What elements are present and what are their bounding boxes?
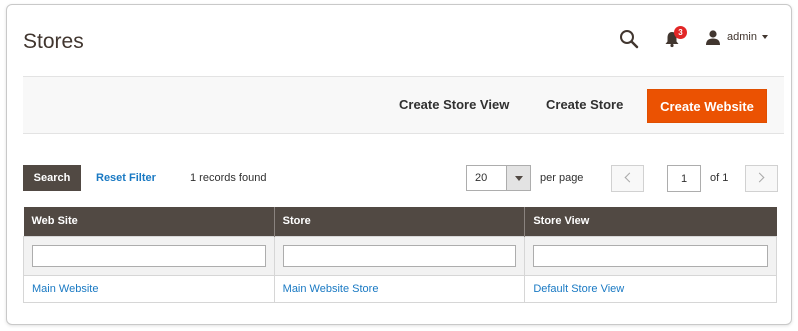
filter-row xyxy=(23,235,777,276)
total-pages-label: of 1 xyxy=(710,172,729,184)
reset-filter-link[interactable]: Reset Filter xyxy=(96,172,156,184)
column-header-web-site[interactable]: Web Site xyxy=(23,207,275,236)
web-site-filter-input[interactable] xyxy=(32,244,266,267)
next-page-button[interactable] xyxy=(745,165,778,192)
table-cell: Default Store View xyxy=(524,274,777,303)
web-site-link[interactable]: Main Website xyxy=(32,283,98,295)
table-row: Main Website Main Website Store Default … xyxy=(23,274,777,303)
create-website-button[interactable]: Create Website xyxy=(647,89,767,123)
chevron-down-icon xyxy=(515,176,523,181)
user-name[interactable]: admin xyxy=(727,31,757,43)
per-page-value: 20 xyxy=(475,172,488,184)
notification-count-badge: 3 xyxy=(674,26,687,39)
search-button[interactable]: Search xyxy=(23,165,81,191)
filter-cell xyxy=(23,235,275,276)
page-actions-bar: Create Store View Create Store Create We… xyxy=(23,76,784,134)
store-link[interactable]: Main Website Store xyxy=(283,283,379,295)
stores-page: Stores 3 admin Create Store View Create … xyxy=(6,4,792,325)
per-page-label: per page xyxy=(540,172,584,184)
chevron-down-icon[interactable] xyxy=(762,35,768,39)
chevron-left-icon xyxy=(624,172,635,183)
page-number-input[interactable] xyxy=(667,165,701,192)
records-found-count: 1 records found xyxy=(190,172,267,184)
previous-page-button[interactable] xyxy=(611,165,644,192)
filter-cell xyxy=(273,235,526,276)
grid-header-row: Web Site Store Store View xyxy=(23,207,777,236)
per-page-select[interactable]: 20 xyxy=(466,165,531,191)
create-store-view-button[interactable]: Create Store View xyxy=(399,97,509,112)
create-store-button[interactable]: Create Store xyxy=(546,97,623,112)
store-filter-input[interactable] xyxy=(282,244,517,267)
per-page-toggle[interactable] xyxy=(506,166,530,190)
column-header-store-view[interactable]: Store View xyxy=(524,207,777,236)
chevron-right-icon xyxy=(754,172,765,183)
user-icon[interactable] xyxy=(705,29,721,45)
page-title: Stores xyxy=(23,30,84,53)
store-view-link[interactable]: Default Store View xyxy=(533,283,624,295)
stores-grid: Web Site Store Store View Main Website M… xyxy=(23,207,777,303)
column-header-store[interactable]: Store xyxy=(274,207,526,236)
table-cell: Main Website xyxy=(23,274,275,303)
filter-cell xyxy=(524,235,777,276)
store-view-filter-input[interactable] xyxy=(533,244,768,267)
search-icon[interactable] xyxy=(619,29,639,49)
table-cell: Main Website Store xyxy=(273,274,526,303)
